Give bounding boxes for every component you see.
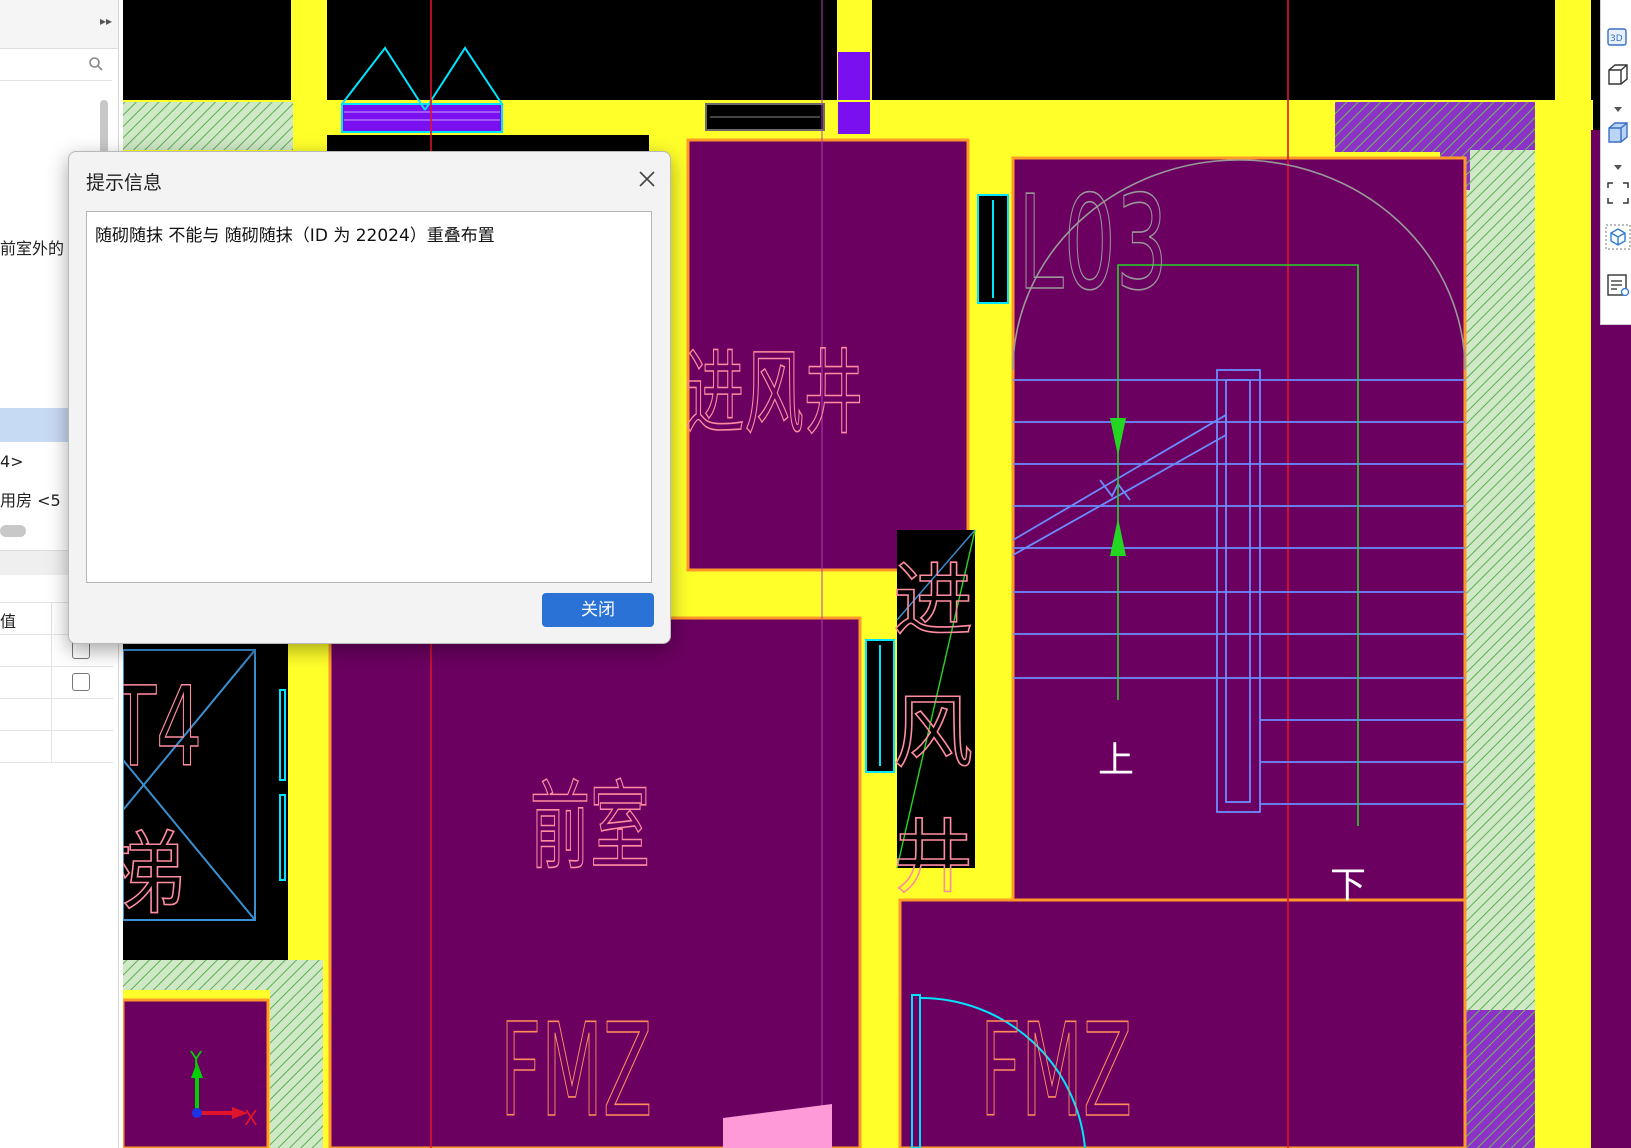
selection-box-icon[interactable] — [1605, 180, 1631, 206]
grid-row — [0, 731, 113, 763]
close-button[interactable]: 关闭 — [542, 593, 654, 627]
grid-row — [0, 667, 113, 699]
intake-shaft-label: 进风井 — [685, 340, 863, 447]
intake-shaft-vertical-1: 进 — [893, 554, 973, 647]
dialog-title: 提示信息 — [86, 172, 163, 194]
tree-item-partial[interactable]: 用房 <5 — [0, 487, 61, 511]
cube-solid-icon[interactable] — [1605, 120, 1631, 146]
expand-panel-icon[interactable]: ▸▸ — [100, 14, 112, 28]
chevron-down-icon[interactable] — [1605, 152, 1631, 178]
chevron-down-icon[interactable] — [1605, 94, 1631, 120]
stair-up-label: 上 — [1098, 740, 1134, 781]
intake-shaft-vertical-2: 风 — [893, 686, 973, 779]
door-label-right: FMZ — [980, 997, 1132, 1146]
cube-select-icon[interactable] — [1605, 224, 1631, 250]
elevator-label-partial-2: 梯 — [123, 822, 185, 927]
stair-number-label: L03 — [1018, 167, 1168, 319]
grid-checkbox[interactable] — [72, 673, 90, 691]
close-icon[interactable] — [632, 164, 662, 194]
message-textarea[interactable]: 随砌随抹 不能与 随砌随抹（ID 为 22024）重叠布置 — [86, 211, 652, 583]
right-view-toolbar: 3D — [1600, 0, 1631, 325]
search-bar[interactable] — [0, 50, 112, 81]
left-panel-header: ▸▸ — [0, 0, 118, 49]
dialog-message: 随砌随抹 不能与 随砌随抹（ID 为 22024）重叠布置 — [95, 226, 495, 246]
view-3d-icon[interactable]: 3D — [1605, 24, 1631, 50]
tree-item-partial[interactable]: 4> — [0, 452, 24, 471]
search-icon[interactable] — [88, 56, 104, 72]
tree-horizontal-scrollbar[interactable] — [0, 525, 26, 537]
y-axis-label: Y — [189, 1047, 203, 1071]
svg-text:3D: 3D — [1610, 34, 1623, 44]
door-label-left: FMZ — [500, 997, 652, 1146]
stair-down-label: 下 — [1330, 865, 1366, 906]
properties-list-icon[interactable] — [1605, 272, 1631, 298]
grid-row — [0, 699, 113, 731]
intake-shaft-vertical-3: 井 — [893, 811, 973, 904]
cube-outline-icon[interactable] — [1605, 62, 1631, 88]
vestibule-label: 前室 — [530, 771, 650, 883]
tree-item-partial[interactable]: 前室外的 — [0, 235, 64, 259]
elevator-label-partial: T4 — [123, 663, 202, 791]
x-axis-label: X — [244, 1106, 258, 1130]
info-dialog: 提示信息 随砌随抹 不能与 随砌随抹（ID 为 22024）重叠布置 关闭 — [68, 151, 671, 644]
